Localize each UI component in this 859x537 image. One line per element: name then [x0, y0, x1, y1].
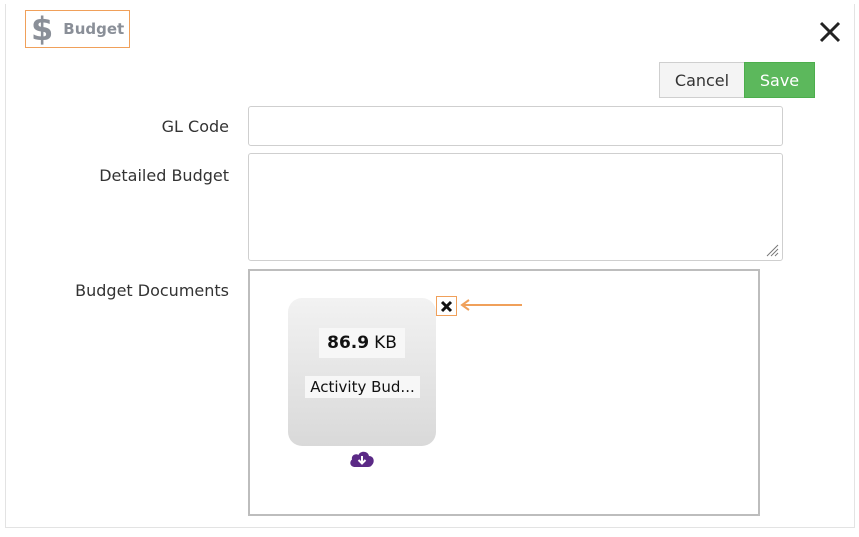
detailed-budget-textarea[interactable]: [248, 153, 783, 261]
close-icon[interactable]: [818, 20, 842, 44]
annotation-arrow-icon: [460, 299, 522, 311]
save-button[interactable]: Save: [744, 62, 815, 98]
gl-code-label: GL Code: [161, 117, 229, 136]
gl-code-input[interactable]: [248, 106, 783, 146]
cancel-button[interactable]: Cancel: [659, 62, 745, 98]
cloud-download-icon[interactable]: [348, 448, 376, 470]
remove-x-icon[interactable]: [436, 296, 457, 316]
detailed-budget-label: Detailed Budget: [99, 166, 229, 185]
resize-grip-icon[interactable]: [765, 243, 779, 257]
budget-documents-label: Budget Documents: [75, 281, 229, 300]
document-size: 86.9 KB: [319, 328, 405, 358]
document-size-value: 86.9: [327, 333, 370, 353]
dollar-icon: $: [31, 10, 54, 48]
document-card[interactable]: [288, 298, 436, 446]
document-size-unit: KB: [374, 333, 397, 353]
dialog-title: $ Budget: [25, 10, 130, 48]
document-name: Activity Bud...: [305, 376, 420, 398]
dialog-title-text: Budget: [63, 20, 125, 38]
